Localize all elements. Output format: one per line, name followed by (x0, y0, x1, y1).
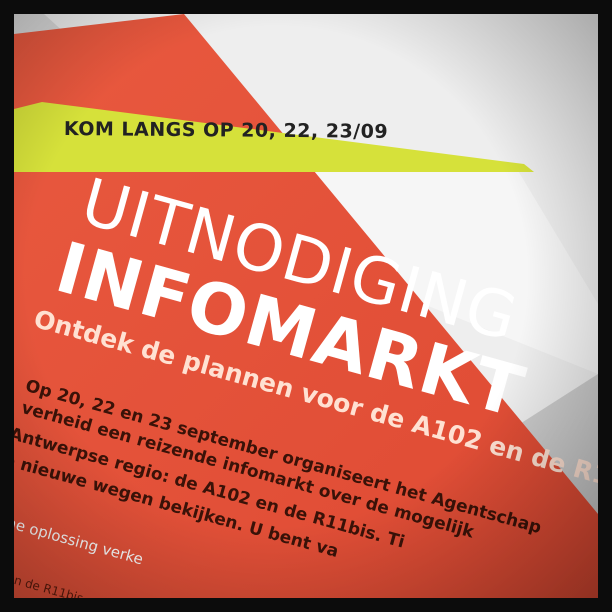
band-text: KOM LANGS OP 20, 22, 23/09 (63, 118, 389, 143)
photo-frame: KOM LANGS OP 20, 22, 23/09 UITNODIGING I… (14, 14, 598, 598)
